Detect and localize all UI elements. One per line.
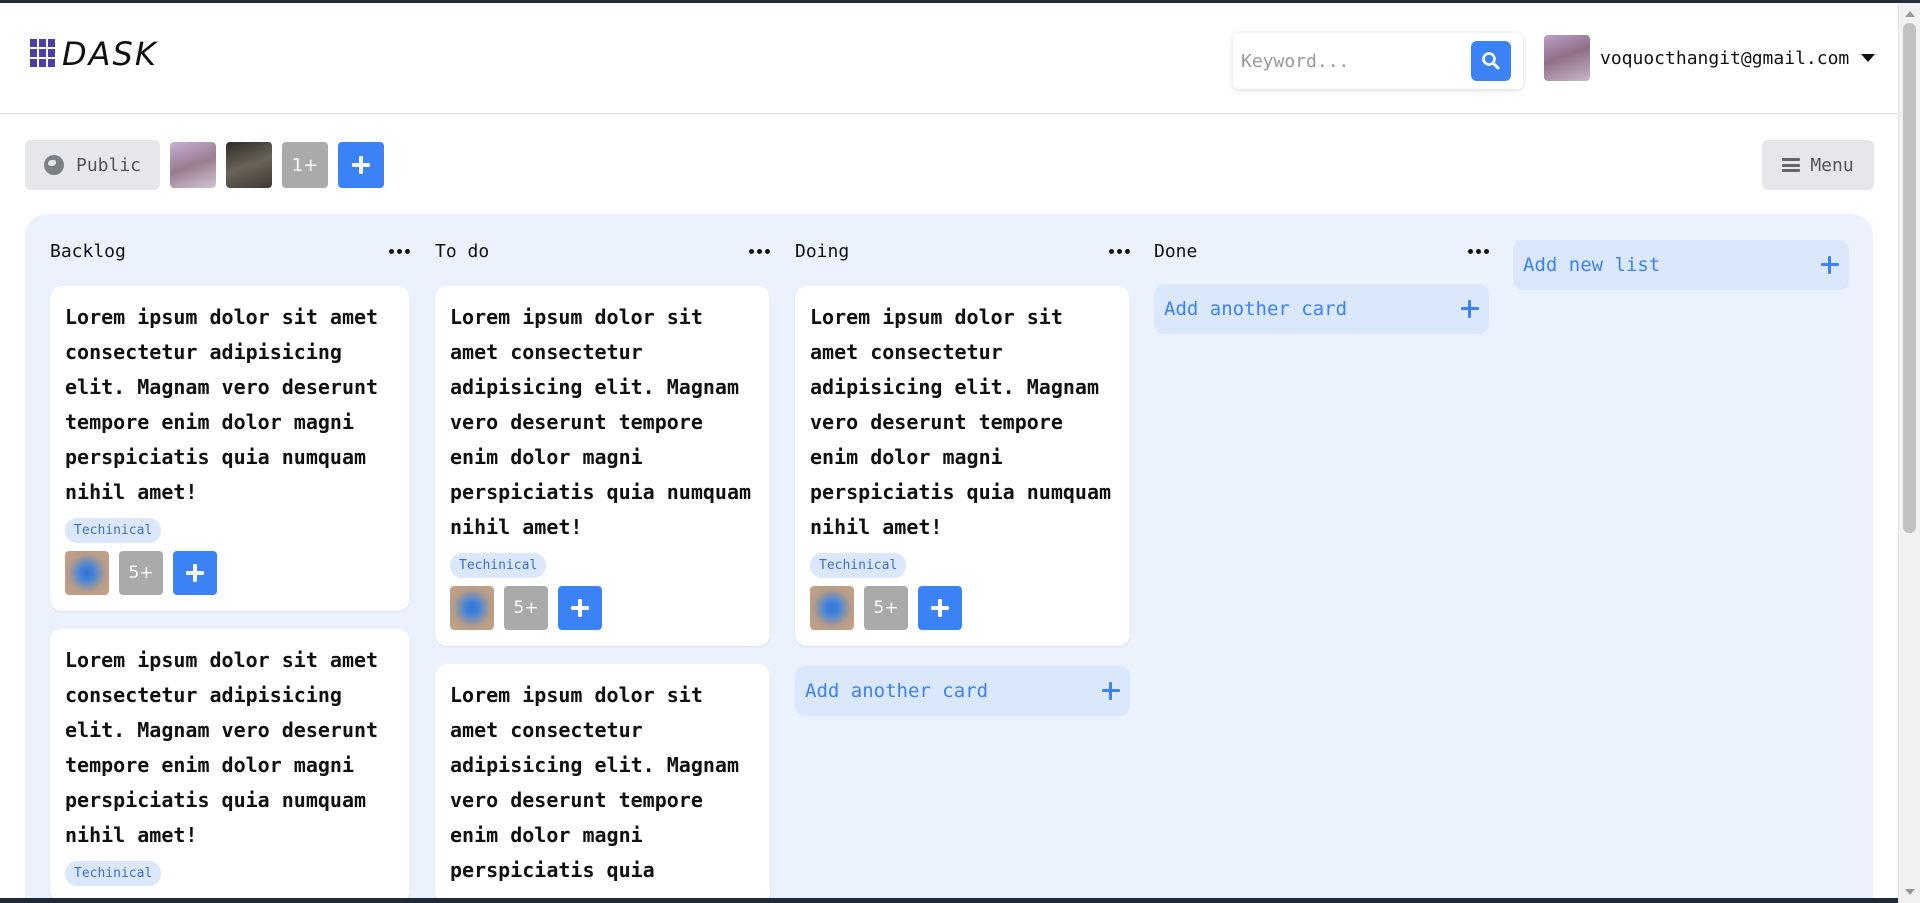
hamburger-icon xyxy=(1782,158,1801,172)
card-text: Lorem ipsum dolor sit amet consectetur a… xyxy=(65,648,379,847)
chevron-down-icon xyxy=(1861,54,1876,62)
menu-button[interactable]: Menu xyxy=(1762,140,1874,190)
user-menu[interactable]: voquocthangit@gmail.com xyxy=(1544,35,1876,81)
list-header: To do xyxy=(435,234,770,268)
more-options-icon[interactable] xyxy=(1109,248,1130,254)
menu-label: Menu xyxy=(1810,154,1854,176)
card-text: Lorem ipsum dolor sit amet consectetur a… xyxy=(450,683,739,882)
visibility-button[interactable]: Public xyxy=(25,140,160,190)
list-header: Done xyxy=(1154,234,1489,268)
card-tag[interactable]: Techinical xyxy=(810,553,907,578)
avatar[interactable] xyxy=(450,586,494,630)
task-card[interactable]: Lorem ipsum dolor sit amet consectetur a… xyxy=(435,286,770,646)
logo-text: DASK xyxy=(62,35,158,73)
members-more-badge[interactable]: 1+ xyxy=(282,142,328,188)
task-card[interactable]: Lorem ipsum dolor sit amet consectetur a… xyxy=(50,286,410,611)
plus-icon xyxy=(1461,300,1479,318)
list-header: Backlog xyxy=(50,234,410,268)
task-card[interactable]: Lorem ipsum dolor sit amet consectetur a… xyxy=(795,286,1130,646)
plus-icon xyxy=(931,599,949,617)
card-tag[interactable]: Techinical xyxy=(65,861,162,886)
more-options-icon[interactable] xyxy=(389,248,410,254)
member-avatar[interactable] xyxy=(226,142,272,188)
board-toolbar: Public 1+ xyxy=(25,140,384,190)
search-button[interactable] xyxy=(1471,41,1511,81)
globe-icon xyxy=(43,155,64,175)
card-members: 5+ xyxy=(450,586,755,630)
add-card-member-button[interactable] xyxy=(558,586,602,630)
plus-icon xyxy=(571,599,589,617)
card-text: Lorem ipsum dolor sit amet consectetur a… xyxy=(450,305,752,539)
list-title[interactable]: Doing xyxy=(795,241,849,262)
app-logo[interactable]: DASK xyxy=(30,35,158,73)
task-card[interactable]: Lorem ipsum dolor sit amet consectetur a… xyxy=(50,629,410,902)
add-card-button[interactable]: Add another card xyxy=(1154,284,1489,334)
add-member-button[interactable] xyxy=(338,142,384,188)
user-email: voquocthangit@gmail.com xyxy=(1600,47,1850,69)
members-more-badge[interactable]: 5+ xyxy=(504,586,548,630)
kanban-board: Backlog Lorem ipsum dolor sit amet conse… xyxy=(25,214,1873,903)
card-members: 5+ xyxy=(810,586,1115,630)
list-done: Done Add another card xyxy=(1154,234,1489,334)
add-list-button[interactable]: Add new list xyxy=(1513,240,1849,290)
card-text: Lorem ipsum dolor sit amet consectetur a… xyxy=(810,305,1112,539)
card-tag[interactable]: Techinical xyxy=(65,518,162,543)
card-tag[interactable]: Techinical xyxy=(450,553,547,578)
scroll-down-icon[interactable] xyxy=(1905,889,1915,895)
more-options-icon[interactable] xyxy=(749,248,770,254)
list-doing: Doing Lorem ipsum dolor sit amet consect… xyxy=(795,234,1130,716)
list-header: Doing xyxy=(795,234,1130,268)
list-backlog: Backlog Lorem ipsum dolor sit amet conse… xyxy=(50,234,410,902)
scrollbar-thumb[interactable] xyxy=(1903,23,1916,533)
members-more-badge[interactable]: 5+ xyxy=(864,586,908,630)
add-card-member-button[interactable] xyxy=(918,586,962,630)
app-header: DASK voquocthangit@gmail.com xyxy=(0,3,1898,114)
scroll-up-icon[interactable] xyxy=(1905,11,1915,17)
members-more-badge[interactable]: 5+ xyxy=(119,551,163,595)
card-members: 5+ xyxy=(65,551,395,595)
logo-grid-icon xyxy=(30,39,58,69)
task-card[interactable]: Lorem ipsum dolor sit amet consectetur a… xyxy=(435,664,770,903)
add-card-member-button[interactable] xyxy=(173,551,217,595)
list-title[interactable]: Done xyxy=(1154,241,1197,262)
plus-icon xyxy=(186,564,204,582)
list-title[interactable]: Backlog xyxy=(50,241,126,262)
avatar[interactable] xyxy=(65,551,109,595)
card-text: Lorem ipsum dolor sit amet consectetur a… xyxy=(65,305,379,504)
avatar xyxy=(1544,35,1590,81)
member-avatar[interactable] xyxy=(170,142,216,188)
add-card-label: Add another card xyxy=(1164,298,1348,320)
search-icon xyxy=(1482,52,1500,70)
avatar[interactable] xyxy=(810,586,854,630)
add-list-label: Add new list xyxy=(1523,254,1661,276)
search-input[interactable] xyxy=(1241,43,1461,79)
list-title[interactable]: To do xyxy=(435,241,489,262)
page-scrollbar[interactable] xyxy=(1898,3,1920,903)
list-todo: To do Lorem ipsum dolor sit amet consect… xyxy=(435,234,770,903)
more-options-icon[interactable] xyxy=(1468,248,1489,254)
plus-icon xyxy=(1821,256,1839,274)
visibility-label: Public xyxy=(75,154,142,176)
add-card-button[interactable]: Add another card xyxy=(795,666,1130,716)
add-card-label: Add another card xyxy=(805,680,989,702)
os-taskbar-edge xyxy=(0,898,1898,903)
search-box xyxy=(1233,33,1523,89)
plus-icon xyxy=(1102,682,1120,700)
plus-icon xyxy=(352,156,370,174)
